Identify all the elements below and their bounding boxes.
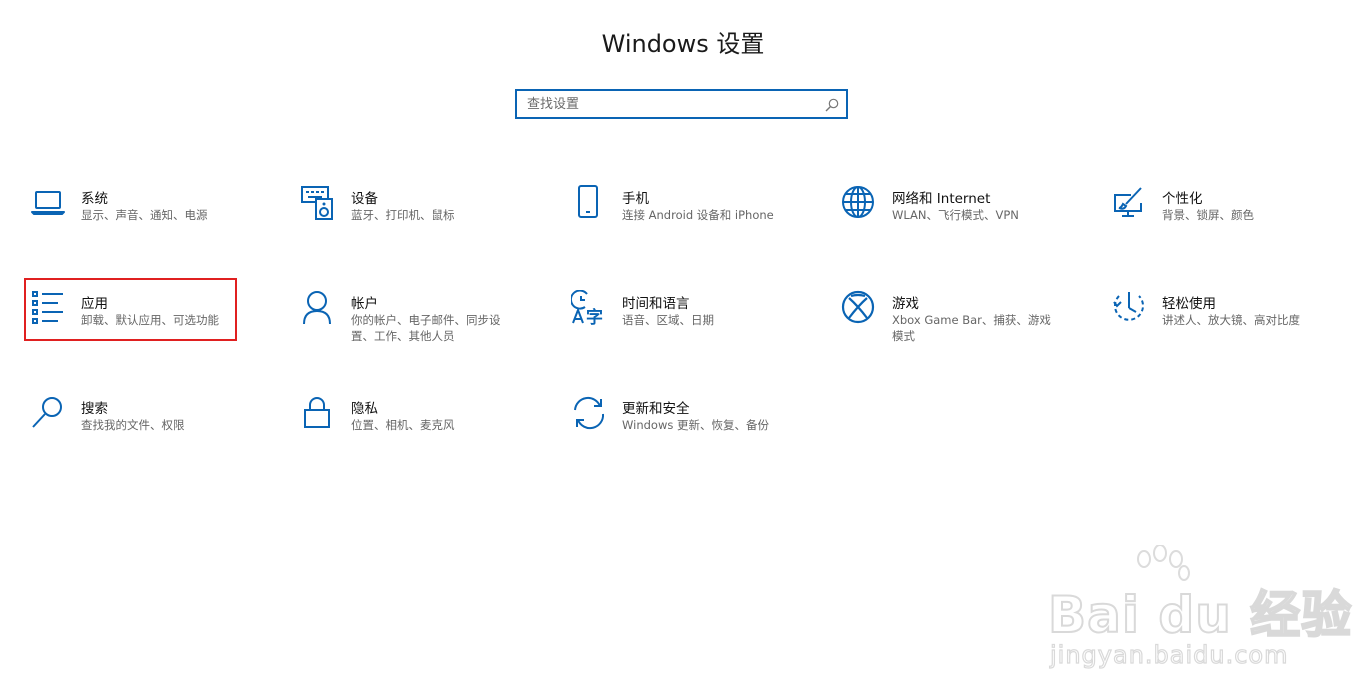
tile-personalization[interactable]: 个性化 背景、锁屏、颜色 [1111, 185, 1351, 255]
watermark-logo-text: Bai du 经验 [1047, 585, 1353, 645]
time-language-icon: 字 [569, 289, 607, 328]
paint-monitor-icon [1111, 185, 1147, 221]
apps-list-icon [30, 290, 66, 326]
laptop-icon [30, 185, 66, 221]
globe-icon [841, 185, 877, 221]
tile-privacy[interactable]: 隐私 位置、相机、麦克风 [300, 395, 540, 465]
phone-icon [571, 185, 607, 221]
baidu-jingyan-watermark: Bai du 经验 jingyan.baidu.com [1040, 545, 1352, 685]
tile-description: 蓝牙、打印机、鼠标 [351, 208, 455, 222]
tile-apps[interactable]: 应用 卸载、默认应用、可选功能 [30, 290, 270, 360]
tile-title: 应用 [81, 296, 108, 312]
tile-title: 更新和安全 [622, 401, 690, 417]
refresh-icon [571, 395, 607, 431]
tile-title: 设备 [351, 191, 378, 207]
tile-title: 网络和 Internet [892, 191, 991, 207]
svg-text:字: 字 [586, 307, 603, 326]
tile-title: 个性化 [1162, 191, 1203, 207]
tile-description: 位置、相机、麦克风 [351, 418, 455, 432]
tile-description: WLAN、飞行模式、VPN [892, 208, 1019, 222]
paw-logo-icon [1137, 545, 1190, 581]
tile-title: 游戏 [892, 296, 919, 312]
tile-devices[interactable]: 设备 蓝牙、打印机、鼠标 [300, 185, 540, 255]
tile-description: 你的帐户、电子邮件、同步设置、工作、其他人员 [351, 313, 501, 343]
tile-ease-of-access[interactable]: 轻松使用 讲述人、放大镜、高对比度 [1111, 290, 1351, 360]
tile-description: 显示、声音、通知、电源 [81, 208, 208, 222]
tile-description: 语音、区域、日期 [622, 313, 714, 327]
tile-gaming[interactable]: 游戏 Xbox Game Bar、捕获、游戏模式 [841, 290, 1081, 360]
tile-accounts[interactable]: 帐户 你的帐户、电子邮件、同步设置、工作、其他人员 [300, 290, 540, 360]
tile-update-security[interactable]: 更新和安全 Windows 更新、恢复、备份 [571, 395, 811, 465]
tile-phone[interactable]: 手机 连接 Android 设备和 iPhone [571, 185, 811, 255]
ease-of-access-icon [1111, 290, 1147, 326]
tile-description: 连接 Android 设备和 iPhone [622, 208, 774, 222]
tile-search[interactable]: 搜索 查找我的文件、权限 [30, 395, 270, 465]
tile-title: 帐户 [351, 296, 378, 312]
search-input[interactable] [527, 91, 817, 117]
search-icon[interactable] [824, 97, 840, 113]
tile-description: 背景、锁屏、颜色 [1162, 208, 1254, 222]
tile-description: Windows 更新、恢复、备份 [622, 418, 769, 432]
xbox-icon [841, 290, 877, 326]
tile-title: 时间和语言 [622, 296, 690, 312]
search-icon [30, 395, 66, 431]
tile-description: 查找我的文件、权限 [81, 418, 185, 432]
tile-description: 讲述人、放大镜、高对比度 [1162, 313, 1300, 327]
tile-system[interactable]: 系统 显示、声音、通知、电源 [30, 185, 270, 255]
watermark-url: jingyan.baidu.com [1049, 640, 1289, 669]
tile-network[interactable]: 网络和 Internet WLAN、飞行模式、VPN [841, 185, 1081, 255]
search-box[interactable] [515, 89, 848, 119]
keyboard-speaker-icon [300, 185, 336, 221]
tile-title: 轻松使用 [1162, 296, 1216, 312]
lock-icon [300, 395, 336, 431]
page-title: Windows 设置 [601, 30, 765, 58]
tile-title: 隐私 [351, 401, 378, 417]
tile-description: Xbox Game Bar、捕获、游戏模式 [892, 313, 1051, 343]
tile-description: 卸载、默认应用、可选功能 [81, 313, 219, 327]
tile-title: 搜索 [81, 401, 108, 417]
tile-title: 手机 [622, 191, 649, 207]
person-icon [300, 290, 336, 326]
tile-time-language[interactable]: 字 时间和语言 语音、区域、日期 [569, 289, 811, 360]
tile-title: 系统 [81, 191, 108, 207]
